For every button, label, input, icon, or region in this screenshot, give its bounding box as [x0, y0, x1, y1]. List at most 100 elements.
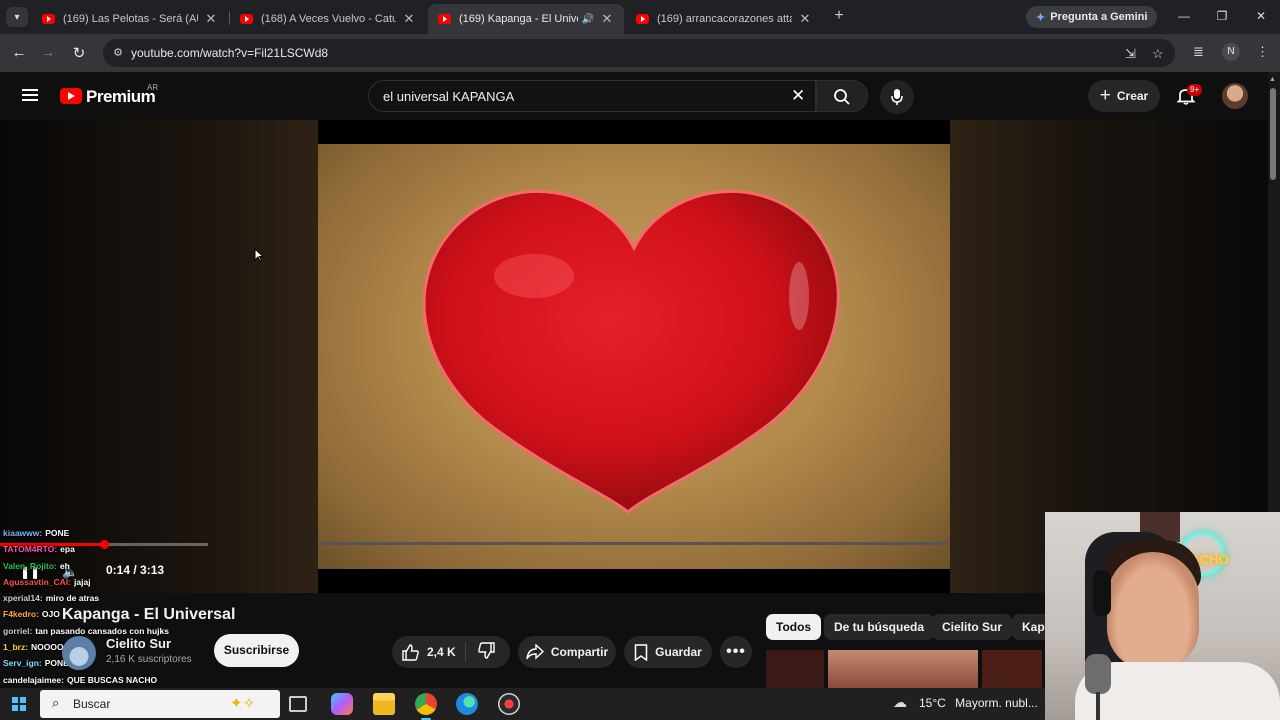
back-arrow-icon[interactable]: ←: [10, 44, 28, 61]
browser-menu-icon[interactable]: ⋮: [1256, 44, 1269, 60]
chat-username: kiaawww:: [3, 528, 43, 538]
youtube-header: Premium AR el universal KAPANGA ✕ + Crea…: [0, 72, 1268, 120]
mic-stand: [1096, 692, 1100, 720]
scroll-up-icon[interactable]: ▲: [1269, 76, 1276, 83]
restore-icon[interactable]: ❐: [1212, 9, 1232, 23]
chat-text: tan pasando cansados con hujks: [35, 625, 169, 636]
gemini-button[interactable]: ✦ Pregunta a Gemini: [1026, 6, 1158, 28]
chip-de-tu-busqueda[interactable]: De tu búsqueda: [824, 614, 935, 640]
url-text[interactable]: youtube.com/watch?v=Fil21LSCWd8: [131, 46, 328, 60]
youtube-favicon-icon: [240, 14, 253, 24]
chat-message: xperial14: miro de atras: [3, 590, 263, 606]
chat-username: candelajaimee:: [3, 674, 64, 685]
bookmark-icon: [634, 643, 648, 661]
video-content: [318, 144, 950, 569]
browser-tab-1[interactable]: (169) Las Pelotas - Será (AUDIO ✕: [32, 4, 228, 34]
dislike-button[interactable]: [466, 642, 495, 662]
chat-username: Serv_ign:: [3, 658, 42, 669]
browser-tab-2[interactable]: (168) A Veces Vuelvo - Catupec ✕: [230, 4, 426, 34]
youtube-logo-icon[interactable]: [60, 88, 82, 104]
tab-close-icon[interactable]: ✕: [798, 11, 812, 27]
copilot-icon[interactable]: [331, 693, 353, 715]
edge-icon[interactable]: [456, 693, 478, 715]
tab-close-icon[interactable]: ✕: [600, 11, 614, 27]
chat-username: Valen_Rojito:: [3, 560, 57, 571]
chat-text: NOOOO: [31, 642, 64, 653]
notifications-badge: 9+: [1187, 84, 1203, 96]
scrollbar-thumb[interactable]: [1270, 88, 1276, 180]
browser-tab-3-active[interactable]: (169) Kapanga - El Universal 🔊 ✕: [428, 4, 624, 34]
video-title: Kapanga - El Universal: [62, 606, 236, 623]
search-input[interactable]: el universal KAPANGA ✕: [368, 80, 816, 112]
search-highlight-icon: ✦✧: [230, 695, 256, 712]
minimize-icon[interactable]: —: [1174, 9, 1194, 23]
voice-search-button[interactable]: [880, 80, 914, 114]
chip-cielito-sur[interactable]: Cielito Sur: [932, 614, 1013, 640]
windows-taskbar: ⌕ Buscar ✦✧: [0, 688, 1045, 720]
chrome-icon[interactable]: [415, 693, 437, 720]
weather-description: Mayorm. nubl...: [955, 696, 1038, 710]
create-label: Crear: [1116, 89, 1149, 103]
chat-text: eh: [59, 560, 70, 571]
tab-close-icon[interactable]: ✕: [204, 11, 218, 27]
reading-list-icon[interactable]: ≣: [1193, 44, 1204, 60]
chat-username: F4kedro:: [3, 609, 39, 620]
share-label: Compartir: [550, 645, 609, 659]
taskbar-search[interactable]: ⌕ Buscar ✦✧: [40, 690, 280, 718]
create-button[interactable]: + Crear: [1088, 80, 1160, 112]
chat-message: TATOM4RTO: epa: [3, 541, 263, 557]
forward-arrow-icon[interactable]: →: [39, 44, 57, 61]
thumbnail-part: [766, 650, 824, 688]
search-button[interactable]: [816, 80, 868, 112]
thumbs-down-icon: [478, 642, 495, 659]
browser-toolbar: ← → ↻ ⚙ youtube.com/watch?v=Fil21LSCWd8 …: [0, 34, 1280, 72]
reload-icon[interactable]: ↻: [70, 44, 88, 62]
window-close-icon[interactable]: ✕: [1251, 9, 1271, 23]
search-query[interactable]: el universal KAPANGA: [383, 89, 514, 104]
chat-username: gorriel:: [3, 625, 33, 636]
file-explorer-icon[interactable]: [373, 693, 395, 715]
hamburger-menu-icon[interactable]: [22, 89, 38, 101]
user-avatar[interactable]: [1222, 83, 1248, 109]
site-info-icon[interactable]: ⚙: [111, 46, 125, 60]
browser-tab-4[interactable]: (169) arrancacorazones attaque ✕: [626, 4, 822, 34]
microphone-icon: [891, 89, 903, 105]
tab-close-icon[interactable]: ✕: [402, 11, 416, 27]
tab-search-button[interactable]: ▾: [6, 7, 28, 27]
chat-message: Agussavtin_CAI: jajaj: [3, 574, 263, 590]
chat-message: kiaawww: PONE: [3, 525, 263, 541]
chat-username: xperial14:: [3, 593, 43, 604]
channel-avatar[interactable]: [62, 636, 96, 670]
tab-title: (169) arrancacorazones attaque: [657, 13, 792, 25]
chat-text: epa: [60, 544, 75, 555]
address-bar[interactable]: ⚙ youtube.com/watch?v=Fil21LSCWd8 ⇲ ☆: [103, 39, 1175, 67]
related-video-thumbnail[interactable]: [766, 650, 1042, 688]
youtube-favicon-icon: [636, 14, 649, 24]
like-button[interactable]: 2,4 K: [392, 642, 466, 662]
channel-name[interactable]: Cielito Sur: [106, 636, 171, 651]
bookmark-star-icon[interactable]: ☆: [1152, 46, 1164, 62]
taskbar-search-icon: ⌕: [52, 695, 60, 710]
windows-start-icon[interactable]: [12, 697, 26, 711]
browser-profile-avatar[interactable]: N: [1222, 43, 1240, 61]
more-actions-button[interactable]: •••: [720, 636, 752, 668]
tab-title: (169) Las Pelotas - Será (AUDIO: [63, 13, 198, 25]
chip-kapanga[interactable]: Kapa: [1012, 614, 1046, 640]
subscribe-button[interactable]: Suscribirse: [214, 634, 299, 667]
audio-playing-icon[interactable]: 🔊: [582, 14, 594, 25]
clear-search-icon[interactable]: ✕: [791, 86, 805, 106]
task-view-icon[interactable]: [289, 696, 307, 712]
chip-todos[interactable]: Todos: [766, 614, 822, 640]
subscriber-count: 2,16 K suscriptores: [106, 654, 192, 665]
like-dislike-group: 2,4 K: [392, 636, 510, 668]
video-frame[interactable]: [318, 120, 950, 593]
obs-recorder-icon[interactable]: [498, 693, 520, 715]
youtube-brand[interactable]: Premium: [86, 87, 156, 107]
headphones-icon: [1093, 570, 1111, 616]
install-app-icon[interactable]: ⇲: [1125, 46, 1136, 62]
share-button[interactable]: Compartir: [518, 636, 616, 668]
ambient-glow-left: [0, 120, 318, 593]
new-tab-icon[interactable]: +: [830, 7, 848, 25]
weather-widget[interactable]: 15°C Mayorm. nubl...: [892, 696, 1038, 710]
save-button[interactable]: Guardar: [624, 636, 712, 668]
